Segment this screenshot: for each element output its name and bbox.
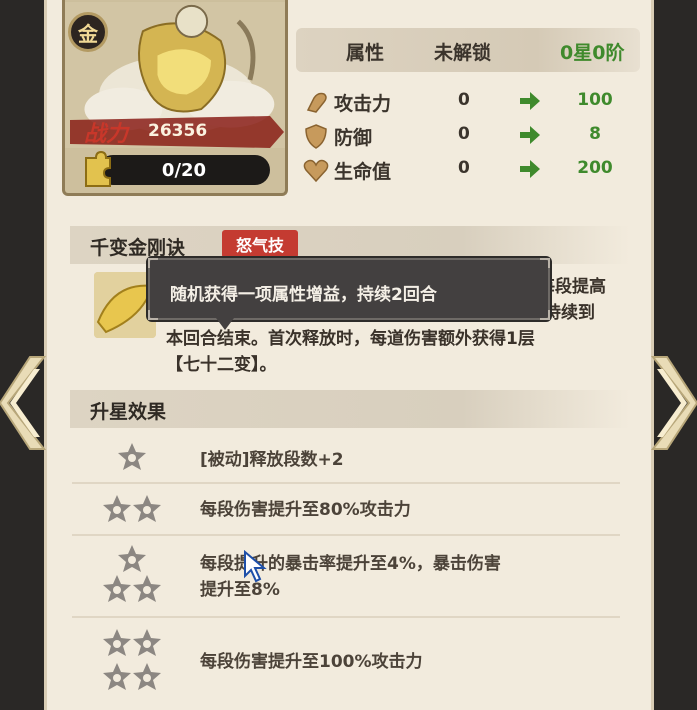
star-icon (133, 629, 161, 656)
attack-fist-icon (306, 92, 327, 113)
stat-name: 攻击力 (334, 93, 392, 115)
arrow-right-icon (520, 160, 540, 178)
star-row-1: [被动]释放段数+2 (72, 436, 620, 484)
star-icon (103, 663, 131, 690)
star-effect-text: 每段伤害提升至100%攻击力 (200, 652, 423, 672)
skill-name: 千变金刚诀 (90, 237, 186, 259)
heart-icon (303, 159, 329, 183)
stat-current: 0 (458, 158, 470, 178)
skill-icon[interactable] (94, 272, 156, 338)
star-icon (103, 629, 131, 656)
skill-desc-line4: 【七十二变】。 (166, 355, 277, 375)
stat-row-health: 生命值 0 200 (300, 154, 640, 186)
stat-next: 200 (577, 158, 613, 178)
stats-header-star-level: 0星0阶 (560, 42, 625, 64)
mouse-cursor-icon (244, 550, 267, 583)
power-value: 26356 (148, 121, 208, 141)
star-icon (118, 443, 146, 470)
tooltip-corner (540, 310, 550, 320)
tooltip-corner (148, 310, 158, 320)
star-row-4: 每段伤害提升至100%攻击力 (72, 618, 620, 704)
star-upgrade-header: 升星效果 (70, 390, 630, 428)
stat-next: 8 (589, 124, 601, 144)
arrow-right-icon (520, 92, 540, 110)
stat-current: 0 (458, 124, 470, 144)
stat-name: 防御 (334, 127, 373, 149)
star-row-3: 每段提升的暴击率提升至4%，暴击伤害 提升至8% (72, 536, 620, 618)
fragment-progress-bar: 0/20 (98, 155, 270, 185)
tooltip-text: 随机获得一项属性增益，持续2回合 (170, 285, 437, 305)
star-effect-text: 每段伤害提升至80%攻击力 (200, 500, 411, 520)
star-icon (103, 495, 131, 522)
tooltip-corner (148, 258, 158, 268)
rage-skill-tag: 怒气技 (222, 230, 299, 258)
skill-desc-line2: 持续到 (544, 303, 595, 323)
stat-row-attack: 攻击力 0 100 (300, 86, 640, 118)
next-arrow-icon[interactable] (651, 355, 697, 451)
stat-current: 0 (458, 90, 470, 110)
star-icon (118, 545, 146, 572)
star-row-2: 每段伤害提升至80%攻击力 (72, 484, 620, 536)
stats-header-locked: 未解锁 (434, 42, 492, 64)
stat-row-defense: 防御 0 8 (300, 120, 640, 152)
stat-name: 生命值 (334, 161, 392, 183)
stat-next: 100 (577, 90, 613, 110)
arrow-right-icon (520, 126, 540, 144)
buff-tooltip: 随机获得一项属性增益，持续2回合 (148, 258, 550, 320)
tooltip-corner (540, 258, 550, 268)
grade-badge: 金 (68, 12, 108, 52)
star-icon (133, 495, 161, 522)
stats-header: 属性 未解锁 0星0阶 (296, 28, 640, 72)
star-effect-text: [被动]释放段数+2 (200, 450, 344, 470)
previous-arrow-icon[interactable] (0, 355, 46, 451)
star-upgrade-title: 升星效果 (90, 401, 167, 423)
stats-header-attribute: 属性 (346, 42, 385, 64)
puzzle-piece-icon (85, 150, 111, 187)
skill-art-icon (94, 272, 156, 338)
star-icon (133, 663, 161, 690)
shield-icon (305, 124, 327, 149)
star-icon (103, 575, 131, 602)
power-label: 战力 (84, 121, 129, 147)
star-icon (133, 575, 161, 602)
tooltip-tail (216, 318, 234, 330)
